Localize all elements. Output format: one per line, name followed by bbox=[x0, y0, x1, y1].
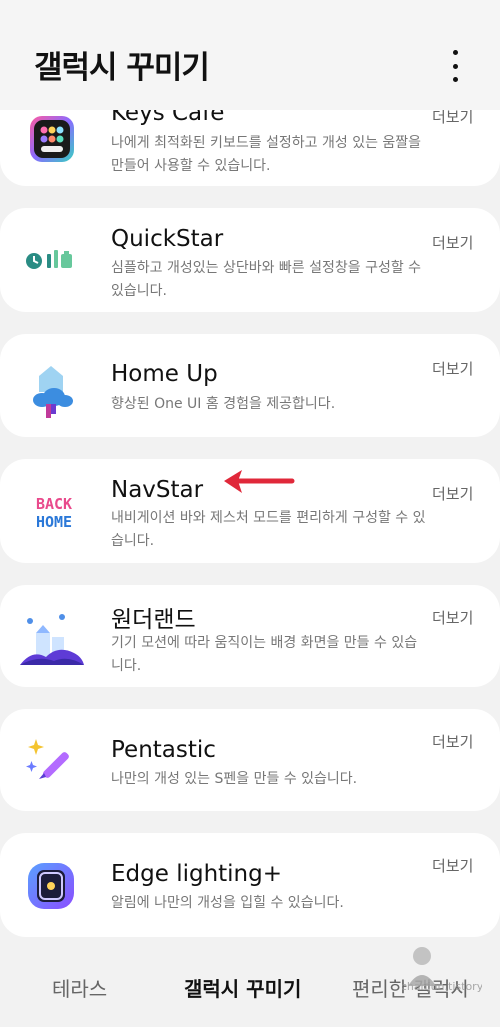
card-home-up[interactable]: Home Up 향상된 One UI 홈 경험을 제공합니다. 더보기 bbox=[0, 334, 500, 437]
navstar-home-text: HOME bbox=[36, 513, 72, 531]
more-options-icon[interactable] bbox=[444, 50, 466, 82]
app-name: Home Up bbox=[111, 361, 218, 387]
keys-cafe-icon bbox=[30, 116, 74, 162]
card-pentastic[interactable]: Pentastic 나만의 개성 있는 S펜을 만들 수 있습니다. 더보기 bbox=[0, 709, 500, 811]
card-quickstar[interactable]: QuickStar 심플하고 개성있는 상단바와 빠른 설정창을 구성할 수 있… bbox=[0, 208, 500, 312]
edge-lighting-icon bbox=[28, 863, 74, 909]
page-title: 갤럭시 꾸미기 bbox=[34, 50, 210, 86]
app-description: 나만의 개성 있는 S펜을 만들 수 있습니다. bbox=[111, 771, 358, 787]
wonderland-icon bbox=[20, 614, 84, 665]
app-description: 기기 모션에 따라 움직이는 배경 화면을 만들 수 있습니다. bbox=[111, 635, 418, 674]
navstar-icon: BACK HOME bbox=[36, 495, 72, 531]
red-arrow-icon bbox=[224, 470, 295, 493]
card-wonderland[interactable]: 원더랜드 기기 모션에 따라 움직이는 배경 화면을 만들 수 있습니다. 더보… bbox=[0, 585, 500, 687]
app-description: 알림에 나만의 개성을 입힐 수 있습니다. bbox=[111, 895, 344, 911]
app-description: 심플하고 개성있는 상단바와 빠른 설정창을 구성할 수 있습니다. bbox=[111, 260, 422, 299]
pentastic-icon bbox=[26, 739, 69, 779]
more-link[interactable]: 더보기 bbox=[432, 232, 473, 253]
app-name: Edge lighting+ bbox=[111, 861, 283, 887]
more-link[interactable]: 더보기 bbox=[432, 855, 473, 876]
app-name: 원더랜드 bbox=[111, 607, 196, 633]
app-name: QuickStar bbox=[111, 226, 224, 252]
app-description: 나에게 최적화된 키보드를 설정하고 개성 있는 움짤을 만들어 사용할 수 있… bbox=[111, 135, 422, 174]
watermark-text: chanjun.tistory bbox=[402, 980, 482, 993]
more-link[interactable]: 더보기 bbox=[432, 483, 473, 504]
more-link[interactable]: 더보기 bbox=[432, 731, 473, 752]
app-header: 갤럭시 꾸미기 bbox=[0, 0, 500, 110]
tab-galaxy-customize[interactable]: 갤럭시 꾸미기 bbox=[184, 973, 301, 1002]
navstar-back-text: BACK bbox=[36, 495, 72, 513]
more-link[interactable]: 더보기 bbox=[432, 607, 473, 628]
app-name: Pentastic bbox=[111, 737, 216, 763]
app-description: 향상된 One UI 홈 경험을 제공합니다. bbox=[111, 396, 336, 412]
more-link[interactable]: 더보기 bbox=[432, 358, 473, 379]
app-description: 내비게이션 바와 제스처 모드를 편리하게 구성할 수 있습니다. bbox=[111, 510, 426, 549]
tab-terrace[interactable]: 테라스 bbox=[52, 973, 107, 1002]
app-name: NavStar bbox=[111, 477, 204, 503]
quickstar-icon bbox=[26, 250, 72, 269]
watermark-logo: chanjun.tistory bbox=[402, 947, 482, 993]
card-edge-lighting[interactable]: Edge lighting+ 알림에 나만의 개성을 입힐 수 있습니다. 더보… bbox=[0, 833, 500, 937]
home-up-icon bbox=[33, 366, 73, 418]
